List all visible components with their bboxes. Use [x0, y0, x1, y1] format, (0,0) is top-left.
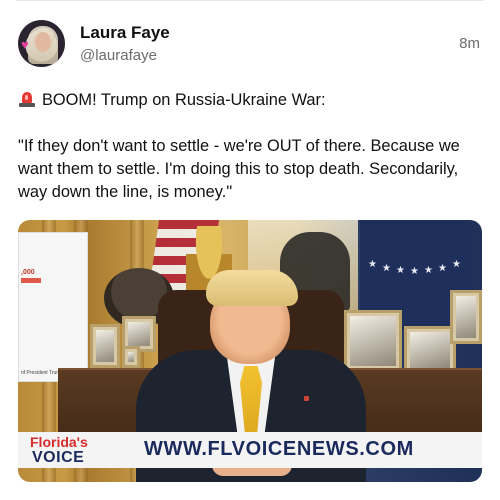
post-headline: BOOM! Trump on Russia-Ukraine War: [18, 89, 488, 112]
headline-text: BOOM! Trump on Russia-Ukraine War: [42, 91, 326, 109]
post-header: ♥ Laura Faye @laurafaye 8m [18, 20, 482, 70]
banner-url: WWW.FLVOICENEWS.COM [144, 438, 414, 460]
news-banner: Florida's VOICE WWW.FLVOICENEWS.COM [18, 432, 482, 468]
post-timestamp[interactable]: 8m [459, 35, 480, 52]
post-quote: "If they don't want to settle - we're OU… [18, 137, 460, 201]
author-handle[interactable]: @laurafaye [80, 47, 157, 64]
floridas-voice-logo: Florida's VOICE [28, 434, 120, 466]
avatar[interactable]: ♥ [18, 20, 65, 67]
lapel-pin [304, 396, 309, 401]
siren-icon [18, 91, 36, 107]
avatar-face [35, 32, 51, 52]
heart-icon: ♥ [21, 37, 29, 52]
board-number: ,000 [21, 269, 35, 276]
board-caption: of President Trump [21, 370, 64, 376]
hair [206, 270, 298, 306]
author-name[interactable]: Laura Faye [80, 23, 170, 43]
post-video-thumbnail[interactable]: ★ ★ ★ ★ ★ ★ ★ ,000 of President Trump Flori… [18, 220, 482, 482]
photo-frame [450, 290, 482, 344]
top-divider [16, 0, 484, 1]
photo-frame [90, 324, 120, 368]
photo-frame [404, 326, 456, 374]
logo-top-text: Florida's [30, 434, 88, 450]
post-body: BOOM! Trump on Russia-Ukraine War: "If t… [18, 89, 488, 227]
board-bar [21, 278, 41, 283]
logo-bottom-text: VOICE [32, 449, 85, 466]
chart-board: ,000 of President Trump [18, 232, 88, 382]
